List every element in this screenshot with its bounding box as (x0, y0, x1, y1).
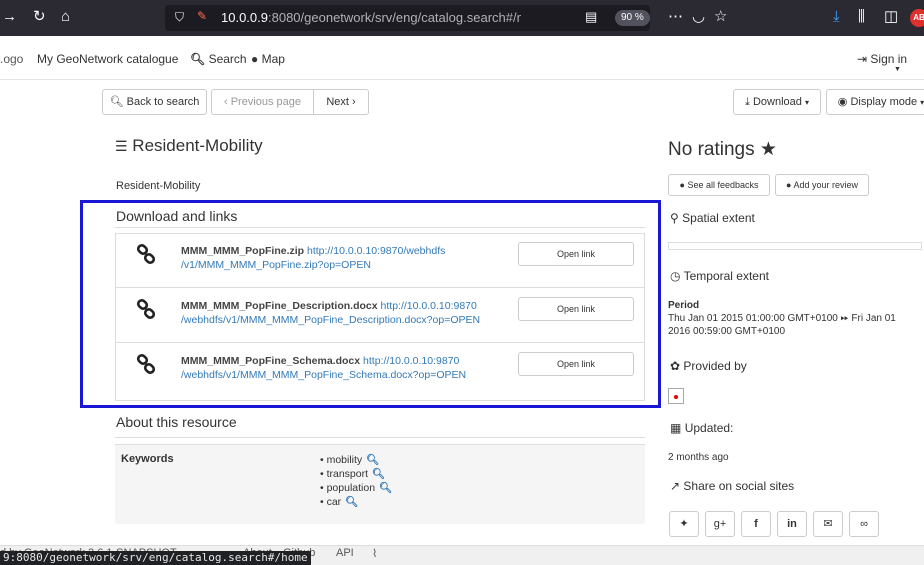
reader-view-icon[interactable]: ▤ (585, 9, 597, 25)
catalog-home-link[interactable]: My GeoNetwork catalogue (37, 52, 178, 66)
add-review-button[interactable]: ● Add your review (775, 174, 869, 196)
sidebar-icon[interactable]: ◫ (884, 8, 898, 26)
facebook-icon: f (754, 518, 758, 530)
home-icon[interactable]: ⌂ (61, 8, 70, 26)
star-icon: ★ (759, 139, 777, 160)
search-icon[interactable]: 🔍︎ (379, 482, 392, 494)
link-status-bar: 9:8080/geonetwork/srv/eng/catalog.search… (0, 551, 311, 565)
pocket-icon[interactable]: ◡ (692, 8, 705, 26)
previous-page-button[interactable]: ‹ Previous page (211, 89, 314, 115)
highlight-annotation-box (80, 200, 661, 408)
linkedin-share-button[interactable]: in (777, 511, 807, 537)
bookmark-star-icon[interactable]: ☆ (714, 8, 727, 26)
logo[interactable]: .ogo (0, 52, 23, 66)
comment-icon: ● (786, 180, 792, 190)
calendar-icon: ▦ (670, 421, 682, 435)
keyword-item: • car 🔍︎ (320, 496, 359, 508)
share-heading: ↗ Share on social sites (670, 479, 795, 493)
temporal-extent-heading: ◷ Temporal extent (670, 269, 769, 283)
cog-icon: ✿ (670, 359, 681, 373)
keywords-label: Keywords (121, 453, 174, 465)
more-actions-icon[interactable]: ⋯ (668, 8, 683, 26)
organisation-logo[interactable] (668, 388, 684, 404)
chevron-left-icon: ‹ (223, 96, 228, 108)
provided-by-heading: ✿ Provided by (670, 359, 747, 373)
keyword-item: • mobility 🔍︎ (320, 454, 380, 466)
shield-icon[interactable]: ⛉ (175, 10, 184, 25)
updated-heading: ▦ Updated: (670, 421, 734, 435)
footer-api-link[interactable]: API (336, 547, 354, 559)
link-icon: ∞ (860, 518, 868, 530)
next-page-button[interactable]: Next › (313, 89, 369, 115)
sign-in-link[interactable]: ⇥ Sign in (857, 52, 907, 66)
download-icon[interactable]: ⤓ (833, 8, 840, 26)
email-share-button[interactable]: ✉ (813, 511, 843, 537)
see-all-feedbacks-button[interactable]: ● See all feedbacks (668, 174, 770, 196)
url-text[interactable]: 10.0.0.9:8080/geonetwork/srv/eng/catalog… (221, 10, 521, 25)
caret-down-icon: ▾ (920, 98, 924, 107)
search-icon[interactable]: 🔍︎ (366, 454, 379, 466)
twitter-icon: ✦ (679, 518, 689, 530)
adblock-badge-icon[interactable]: AB (910, 9, 924, 27)
spatial-extent-map (668, 242, 922, 250)
keyword-item: • population 🔍︎ (320, 482, 393, 494)
period-value: Thu Jan 01 2015 01:00:00 GMT+0100 ⏩︎ Fri… (668, 313, 896, 337)
nav-search-link[interactable]: 🔍︎ Search (190, 52, 247, 66)
keywords-table: Keywords • mobility 🔍︎ • transport 🔍︎ • po… (115, 444, 645, 524)
linkedin-icon: in (787, 518, 797, 530)
facebook-share-button[interactable]: f (741, 511, 771, 537)
share-icon: ↗ (670, 479, 681, 493)
search-icon: 🔍︎ (190, 52, 206, 66)
url-bar[interactable]: ⛉ ✎ 10.0.0.9:8080/geonetwork/srv/eng/cat… (165, 5, 650, 31)
search-icon[interactable]: 🔍︎ (372, 468, 385, 480)
app-navbar: .ogo My GeoNetwork catalogue 🔍︎ Search ●… (0, 36, 924, 80)
library-icon[interactable]: ⫼ (858, 8, 865, 26)
ratings-heading: No ratings ★ (668, 139, 777, 160)
period-label: Period (668, 300, 700, 311)
about-heading: About this resource (116, 414, 237, 430)
googleplus-share-button[interactable]: g+ (705, 511, 735, 537)
zoom-level[interactable]: 90 % (615, 10, 650, 26)
caret-down-icon: ▼ (894, 66, 901, 73)
globe-icon: ● (251, 52, 259, 66)
rss-icon[interactable]: ⌇ (372, 547, 377, 560)
download-icon: ⤓ (745, 96, 750, 108)
spatial-extent-heading: ⚲ Spatial extent (670, 211, 755, 225)
chevron-right-icon: › (352, 96, 356, 108)
record-title: ☰ Resident-Mobility (115, 136, 263, 155)
caret-down-icon: ▾ (804, 98, 809, 107)
search-icon: 🔍︎ (109, 96, 124, 108)
display-mode-button[interactable]: ◉ Display mode ▾ (826, 89, 924, 115)
browser-toolbar: → ↻ ⌂ ⛉ ✎ 10.0.0.9:8080/geonetwork/srv/e… (0, 0, 924, 36)
comments-icon: ● (679, 180, 685, 190)
nav-map-link[interactable]: ● Map (251, 52, 285, 66)
updated-value: 2 months ago (668, 452, 729, 463)
divider (115, 437, 645, 438)
map-marker-icon: ⚲ (670, 211, 679, 225)
search-icon[interactable]: 🔍︎ (345, 496, 358, 508)
keyword-item: • transport 🔍︎ (320, 468, 386, 480)
back-to-search-button[interactable]: 🔍︎ Back to search (102, 89, 207, 115)
eye-icon: ◉ (837, 96, 848, 108)
clock-icon: ◷ (670, 269, 681, 283)
forward-arrow-icon[interactable]: → (2, 8, 17, 26)
database-icon: ☰ (115, 138, 128, 154)
google-plus-icon: g+ (713, 518, 727, 530)
twitter-share-button[interactable]: ✦ (669, 511, 699, 537)
insecure-lock-icon[interactable]: ✎ (197, 9, 207, 23)
download-button[interactable]: ⤓ Download ▾ (733, 89, 821, 115)
envelope-icon: ✉ (823, 518, 833, 530)
sign-in-icon: ⇥ (857, 52, 868, 66)
reload-icon[interactable]: ↻ (33, 8, 46, 26)
permalink-button[interactable]: ∞ (849, 511, 879, 537)
fast-forward-icon: ⏩︎ (840, 313, 849, 324)
record-abstract: Resident-Mobility (116, 180, 201, 192)
